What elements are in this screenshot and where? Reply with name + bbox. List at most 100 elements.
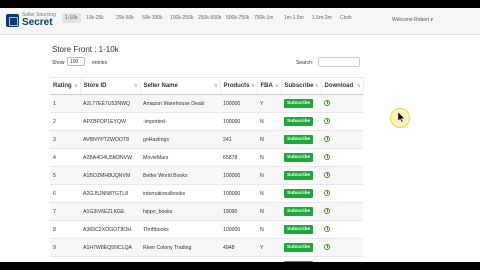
cell-store-id: AVBNYPTZWOOT8	[80, 130, 140, 149]
header-download[interactable]: Download ⇅	[321, 77, 364, 95]
download-icon[interactable]	[324, 261, 330, 262]
entries-per-page-value: 100	[70, 59, 79, 65]
subscribe-button[interactable]: Subscribe	[284, 261, 314, 262]
nav-tab[interactable]: 750k-1m	[254, 15, 273, 21]
table-row: 5 A1BOZMH8UQNVM Better World Books 100000 N S…	[50, 166, 363, 185]
header-label: Download	[324, 83, 354, 89]
cell-download	[321, 238, 363, 257]
subscribe-button[interactable]: Subscribe	[284, 153, 314, 162]
cell-products: 19090	[220, 202, 257, 221]
cell-download	[321, 256, 363, 262]
table-row: 3 AVBNYPTZWOOT8 goHastings 241 N Subscribe	[50, 130, 363, 149]
subscribe-button[interactable]: Subscribe	[284, 117, 314, 126]
cell-download	[321, 148, 363, 167]
cell-subscribe: Subscribe	[281, 166, 321, 185]
cell-products: 100000	[220, 184, 257, 203]
header-rating[interactable]: Rating ⇅	[50, 77, 81, 95]
cell-subscribe: Subscribe	[281, 184, 321, 203]
cell-download	[321, 94, 363, 113]
cell-fba: Y	[257, 94, 281, 113]
nav-tab[interactable]: 50k-100k	[142, 15, 163, 21]
sort-icon: ⇅	[74, 83, 78, 88]
nav-tab[interactable]: 1.5m-2m	[312, 15, 332, 21]
cell-seller: goHastings	[140, 130, 220, 149]
cell-seller: MovieMars	[140, 148, 220, 167]
cell-rating: 7	[50, 202, 80, 221]
top-navbar: Seller Sourcing Secret 1-10k 10k-25k 25k-5…	[0, 8, 480, 35]
table-row: 1 A2L77EE7U53NWQ Amazon Warehouse Deals 100…	[50, 94, 363, 113]
download-icon[interactable]	[324, 135, 330, 142]
nav-tab[interactable]: 500k-750k	[226, 15, 249, 21]
subscribe-button[interactable]: Subscribe	[284, 225, 314, 234]
app-window: Seller Sourcing Secret 1-10k 10k-25k 25k-5…	[0, 8, 480, 262]
header-label: Store ID	[83, 83, 107, 89]
download-icon[interactable]	[324, 99, 330, 106]
table-row: 6 A2GJ5JNN8TGTL8 internationalbooks 100000 N…	[50, 184, 363, 203]
download-icon[interactable]	[324, 207, 330, 214]
cell-store-id: A2GJ5JNN8TGTL8	[80, 184, 140, 203]
cell-download	[321, 202, 363, 221]
cell-store-id: A1G3IV6EZLKGE	[80, 202, 140, 221]
cell-products: 65878	[220, 148, 257, 167]
cell-rating: 3	[50, 130, 80, 149]
nav-tab[interactable]: 10k-25k	[86, 15, 104, 21]
cell-rating: 9	[50, 238, 80, 257]
subscribe-button[interactable]: Subscribe	[284, 171, 314, 180]
subscribe-button[interactable]: Subscribe	[284, 99, 314, 108]
cell-store-id: A1H7W8EQ5NCLQA	[80, 238, 140, 257]
search-input[interactable]	[318, 57, 360, 67]
download-icon[interactable]	[324, 243, 330, 250]
cell-rating: 6	[50, 184, 80, 203]
cell-seller: hippo_books	[140, 202, 220, 221]
user-menu[interactable]: Welcome Robert ▾	[392, 17, 433, 23]
header-seller-name[interactable]: Seller Name ⇅	[140, 77, 221, 95]
stores-table: Rating ⇅ Store ID ⇅ Seller Name ⇅ Products ⇅…	[50, 77, 364, 262]
cell-products: 100000	[220, 220, 257, 239]
cell-products: 100000	[220, 166, 257, 185]
cell-fba: N	[257, 202, 281, 221]
table-row: 8 A365C2XOGOT8OH Thriftbooks 100000 N Subscri…	[50, 220, 363, 239]
download-icon[interactable]	[324, 153, 330, 160]
nav-tab[interactable]: 1-10k	[62, 13, 81, 23]
nav-tab[interactable]: 100k-250k	[170, 15, 193, 21]
user-menu-label: Welcome Robert	[392, 17, 430, 23]
nav-tab[interactable]: 250k-500k	[198, 15, 221, 21]
cell-fba: Y	[257, 238, 281, 257]
cell-rating: 4	[50, 148, 80, 167]
subscribe-button[interactable]: Subscribe	[284, 243, 314, 252]
cell-subscribe: Subscribe	[281, 148, 321, 167]
cell-download	[321, 130, 363, 149]
logo-icon	[6, 14, 19, 27]
cell-fba: N	[257, 166, 281, 185]
cell-fba: N	[257, 220, 281, 239]
cell-subscribe: Subscribe	[281, 238, 321, 257]
download-icon[interactable]	[324, 117, 330, 124]
subscribe-button[interactable]: Subscribe	[284, 135, 314, 144]
cell-seller: internationalbooks	[140, 184, 220, 203]
download-icon[interactable]	[324, 225, 330, 232]
nav-tab[interactable]: 1m-1.5m	[284, 15, 304, 21]
header-products[interactable]: Products ⇅	[220, 77, 258, 95]
header-fba[interactable]: FBA ⇅	[257, 77, 282, 95]
cell-subscribe: Subscribe	[281, 94, 321, 113]
entries-per-page-select[interactable]: 100	[67, 57, 85, 66]
cell-store-id: A1BOZMH8UQNVM	[80, 166, 140, 185]
table-header-row: Rating ⇅ Store ID ⇅ Seller Name ⇅ Products ⇅…	[50, 77, 364, 95]
header-subscribe[interactable]: Subscribe ⇅	[281, 77, 322, 95]
table-body: 1 A2L77EE7U53NWQ Amazon Warehouse Deals 100…	[50, 94, 363, 262]
subscribe-button[interactable]: Subscribe	[284, 189, 314, 198]
download-icon[interactable]	[324, 171, 330, 178]
app-logo[interactable]: Seller Sourcing Secret	[6, 11, 56, 31]
header-store-id[interactable]: Store ID ⇅	[80, 77, 141, 95]
nav-tab[interactable]: Cbsh	[340, 15, 352, 21]
cell-products: 100000	[220, 94, 257, 113]
header-label: Products	[223, 83, 250, 89]
nav-tab[interactable]: 25k-50k	[116, 15, 134, 21]
cell-subscribe: Subscribe	[281, 130, 321, 149]
subscribe-button[interactable]: Subscribe	[284, 207, 314, 216]
sort-icon: ⇅	[251, 83, 255, 88]
cell-rating: 10	[50, 256, 80, 262]
download-icon[interactable]	[324, 189, 330, 196]
cell-download	[321, 166, 363, 185]
cell-rating: 2	[50, 112, 80, 131]
